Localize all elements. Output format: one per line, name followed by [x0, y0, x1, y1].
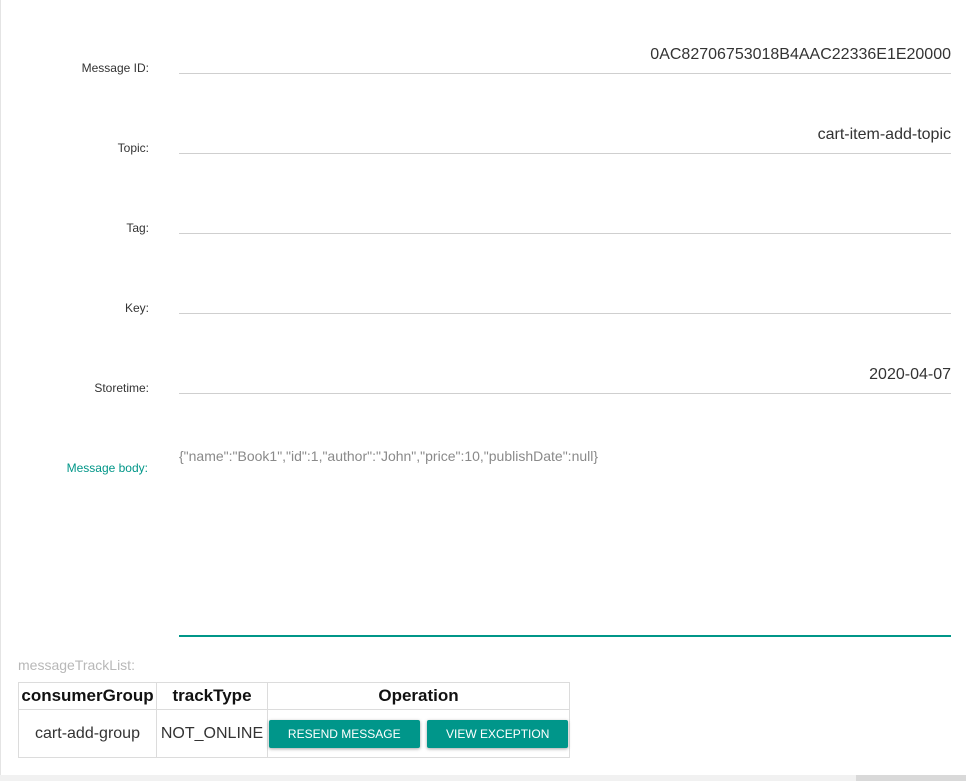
storetime-value: 2020-04-07 [869, 366, 951, 383]
storetime-label: Storetime: [94, 381, 149, 395]
tag-field[interactable] [179, 202, 951, 234]
message-id-field[interactable]: 0AC82706753018B4AAC22336E1E20000 [179, 42, 951, 74]
tag-label: Tag: [126, 221, 149, 235]
storetime-field[interactable]: 2020-04-07 [179, 362, 951, 394]
message-body-value: {"name":"Book1","id":1,"author":"John","… [179, 448, 599, 464]
view-exception-button[interactable]: VIEW EXCEPTION [427, 719, 569, 748]
key-label: Key: [124, 301, 149, 315]
table-row: cart-add-group NOT_ONLINE RESEND MESSAGE… [18, 709, 570, 758]
topic-row: Topic: cart-item-add-topic [1, 120, 966, 200]
track-type-cell: NOT_ONLINE [156, 709, 268, 758]
operation-cell: RESEND MESSAGE VIEW EXCEPTION [267, 709, 570, 758]
table-header-row: consumerGroup trackType Operation [18, 682, 570, 710]
header-consumer-group: consumerGroup [18, 682, 157, 710]
consumer-group-cell: cart-add-group [18, 709, 157, 758]
message-id-value: 0AC82706753018B4AAC22336E1E20000 [650, 46, 951, 63]
resend-message-button[interactable]: RESEND MESSAGE [268, 719, 420, 748]
scrollbar-thumb[interactable] [856, 775, 966, 781]
message-body-textarea[interactable]: {"name":"Book1","id":1,"author":"John","… [179, 445, 951, 637]
header-track-type: trackType [156, 682, 268, 710]
horizontal-scrollbar[interactable] [0, 775, 966, 781]
message-track-list-label: messageTrackList: [18, 657, 135, 673]
message-detail-panel: Message ID: 0AC82706753018B4AAC22336E1E2… [0, 0, 966, 775]
tag-row: Tag: [1, 200, 966, 280]
message-id-label: Message ID: [81, 61, 149, 75]
key-row: Key: [1, 280, 966, 360]
topic-value: cart-item-add-topic [817, 126, 951, 143]
message-body-label: Message body: [66, 461, 148, 475]
topic-field[interactable]: cart-item-add-topic [179, 122, 951, 154]
topic-label: Topic: [117, 141, 149, 155]
message-track-table: consumerGroup trackType Operation cart-a… [18, 682, 570, 758]
message-id-row: Message ID: 0AC82706753018B4AAC22336E1E2… [1, 40, 966, 120]
header-operation: Operation [267, 682, 570, 710]
key-field[interactable] [179, 282, 951, 314]
storetime-row: Storetime: 2020-04-07 [1, 360, 966, 440]
